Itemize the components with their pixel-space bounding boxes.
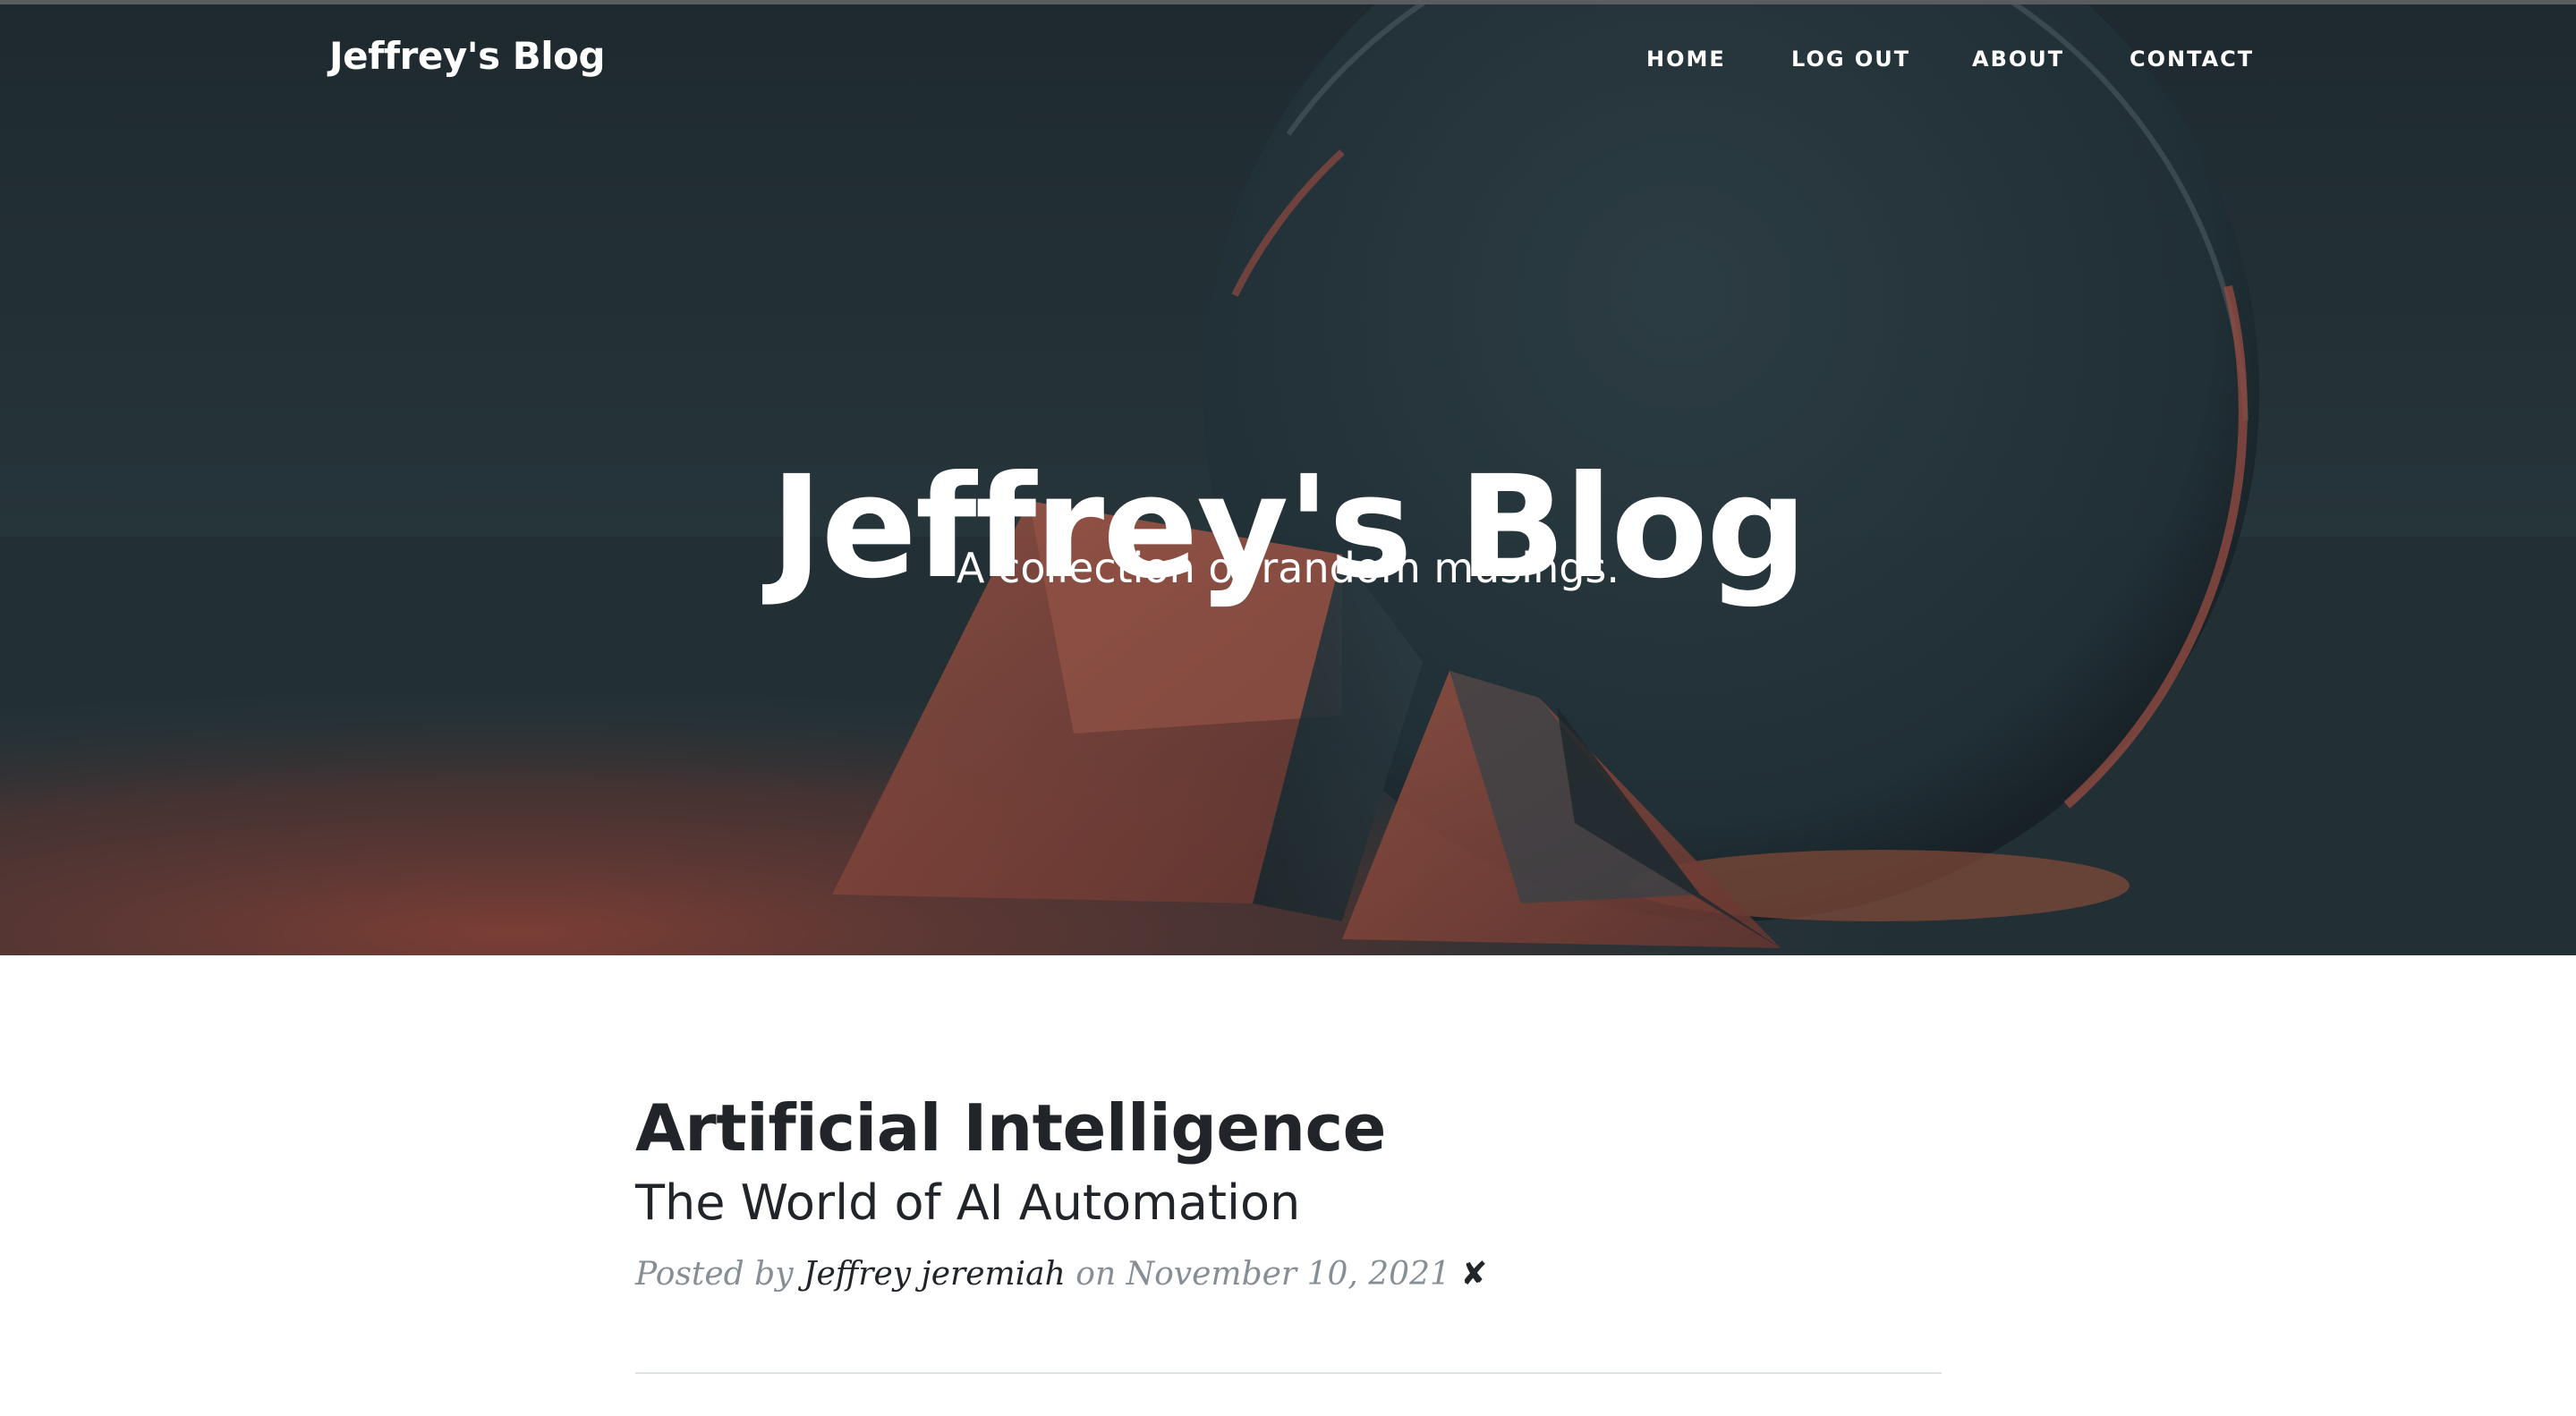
nav-link-home[interactable]: HOME (1646, 47, 1726, 72)
nav-link-contact[interactable]: CONTACT (2130, 47, 2254, 72)
post-date: November 10, 2021 (1126, 1255, 1450, 1293)
site-subheading: A collection of random musings. (956, 544, 1620, 592)
nav-link-about[interactable]: ABOUT (1972, 47, 2064, 72)
hero-header: Jeffrey's Blog HOME LOG OUT ABOUT CONTAC… (0, 0, 2576, 955)
post-meta-prefix: Posted by (635, 1255, 794, 1293)
post-title[interactable]: Artificial Intelligence (635, 1092, 1942, 1164)
post-meta: Posted by Jeffrey jeremiah on November 1… (635, 1255, 1942, 1293)
post-preview: Artificial Intelligence The World of AI … (635, 1092, 1942, 1326)
post-author-link[interactable]: Jeffrey jeremiah (803, 1256, 1066, 1293)
post-meta-on: on (1075, 1255, 1117, 1293)
window-top-edge (0, 0, 2576, 4)
delete-post-icon[interactable]: ✘ (1460, 1256, 1487, 1293)
post-subtitle[interactable]: The World of AI Automation (635, 1176, 1942, 1230)
post-divider (635, 1372, 1942, 1374)
nav-link-logout[interactable]: LOG OUT (1791, 47, 1910, 72)
navbar-brand[interactable]: Jeffrey's Blog (329, 34, 606, 78)
